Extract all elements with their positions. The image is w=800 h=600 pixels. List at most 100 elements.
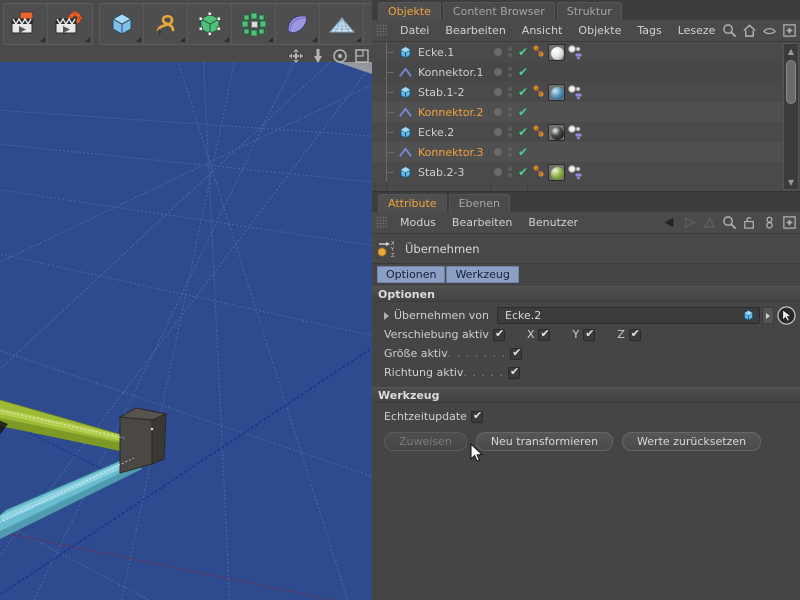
cube-button[interactable] (100, 4, 144, 44)
richtung-aktiv-checkbox[interactable] (507, 365, 520, 379)
phong-tag-icon[interactable] (532, 44, 546, 60)
object-manager-list[interactable]: Ecke.1 ✔ Konnektor.1 ✔ Stab.1-2 ✔ Konnek… (372, 42, 800, 192)
viewport-3d[interactable] (0, 48, 372, 600)
viewport-dolly-icon[interactable] (310, 48, 326, 64)
editor-visibility-dot[interactable] (494, 128, 502, 136)
tab-attribute[interactable]: Attribute (378, 194, 447, 212)
phong-tag-icon[interactable] (532, 124, 546, 140)
enabled-check-icon[interactable]: ✔ (518, 126, 528, 138)
scroll-down-arrow-icon[interactable]: ▼ (785, 176, 797, 188)
object-list-scrollbar[interactable]: ▲ ▼ (783, 43, 799, 190)
uvw-tag-icon[interactable] (567, 44, 583, 60)
menu-benutzer[interactable]: Benutzer (520, 212, 586, 234)
menu-tags[interactable]: Tags (629, 20, 669, 42)
search-icon[interactable] (722, 23, 737, 38)
menu-bearbeiten[interactable]: Bearbeiten (444, 212, 520, 234)
table-row[interactable]: Ecke.2 ✔ (372, 122, 782, 142)
axis-x-checkbox[interactable] (538, 327, 551, 341)
uvw-tag-icon[interactable] (567, 124, 583, 140)
object-visibility-dots[interactable]: ✔ (494, 142, 528, 162)
verschiebung-aktiv-checkbox[interactable] (492, 327, 505, 341)
menu-ansicht[interactable]: Ansicht (514, 20, 571, 42)
tab-objekte[interactable]: Objekte (378, 2, 441, 20)
neu-transformieren-button[interactable]: Neu transformieren (475, 432, 614, 451)
panel-grip-handle[interactable] (376, 216, 387, 229)
link-icon[interactable] (762, 215, 777, 230)
material-tag-icon[interactable] (548, 83, 565, 101)
add-icon[interactable] (782, 23, 797, 38)
object-visibility-dots[interactable]: ✔ (494, 42, 528, 62)
werte-zuruecksetzen-button[interactable]: Werte zurücksetzen (622, 432, 762, 451)
source-object-field[interactable]: Ecke.2 (497, 307, 760, 324)
table-row[interactable]: Stab.1-2 ✔ (372, 82, 782, 102)
groesse-aktiv-checkbox[interactable] (510, 346, 523, 360)
object-visibility-dots[interactable]: ✔ (494, 82, 528, 102)
editor-visibility-dot[interactable] (494, 168, 502, 176)
tab-struktur[interactable]: Struktur (556, 2, 622, 20)
uvw-tag-icon[interactable] (567, 164, 583, 180)
enabled-check-icon[interactable]: ✔ (518, 146, 528, 158)
phong-tag-icon[interactable] (532, 164, 546, 180)
editor-visibility-dot[interactable] (494, 148, 502, 156)
menu-bearbeiten[interactable]: Bearbeiten (437, 20, 513, 42)
enabled-check-icon[interactable]: ✔ (518, 166, 528, 178)
menu-leseze[interactable]: Leseze (670, 20, 724, 42)
material-tag-icon[interactable] (548, 123, 565, 141)
up-arrow-icon[interactable] (702, 215, 717, 230)
tab-ebenen[interactable]: Ebenen (448, 194, 510, 212)
object-visibility-dots[interactable]: ✔ (494, 102, 528, 122)
subtab-optionen[interactable]: Optionen (377, 266, 446, 283)
expand-caret-icon[interactable] (384, 311, 389, 320)
axis-z-checkbox[interactable] (628, 327, 641, 341)
scroll-up-arrow-icon[interactable]: ▲ (785, 45, 797, 57)
array-button[interactable] (232, 4, 276, 44)
viewport-rotate-icon[interactable] (332, 48, 348, 64)
axis-y-checkbox[interactable] (583, 327, 596, 341)
uvw-tag-icon[interactable] (567, 84, 583, 100)
zuweisen-button[interactable]: Zuweisen (384, 432, 467, 451)
render-visibility-dots[interactable] (508, 107, 512, 117)
table-row[interactable]: Konnektor.3 ✔ (372, 142, 782, 162)
source-field-dropdown-button[interactable] (762, 307, 774, 324)
material-tag-icon[interactable] (548, 163, 565, 181)
enabled-check-icon[interactable]: ✔ (518, 46, 528, 58)
editor-visibility-dot[interactable] (494, 88, 502, 96)
render-visibility-dots[interactable] (508, 67, 512, 77)
table-row[interactable]: Konnektor.2 ✔ (372, 102, 782, 122)
tab-content-browser[interactable]: Content Browser (442, 2, 555, 20)
table-row[interactable]: Konnektor.1 ✔ (372, 62, 782, 82)
menu-modus[interactable]: Modus (392, 212, 444, 234)
forward-arrow-icon[interactable] (682, 215, 697, 230)
table-row[interactable]: Stab.2-3 ✔ (372, 162, 782, 182)
enabled-check-icon[interactable]: ✔ (518, 86, 528, 98)
scrollbar-thumb[interactable] (786, 60, 796, 104)
menu-objekte[interactable]: Objekte (570, 20, 629, 42)
viewport-pan-icon[interactable] (288, 48, 304, 64)
editor-visibility-dot[interactable] (494, 68, 502, 76)
render-visibility-dots[interactable] (508, 127, 512, 137)
render-settings-button[interactable] (48, 4, 92, 44)
material-tag-icon[interactable] (548, 43, 565, 61)
back-arrow-icon[interactable] (662, 215, 677, 230)
echtzeitupdate-checkbox[interactable] (470, 409, 483, 423)
object-visibility-dots[interactable]: ✔ (494, 122, 528, 142)
lock-open-icon[interactable] (742, 215, 757, 230)
object-visibility-dots[interactable]: ✔ (494, 162, 528, 182)
render-visibility-dots[interactable] (508, 167, 512, 177)
scene-button[interactable] (320, 4, 364, 44)
deformer-button[interactable] (276, 4, 320, 44)
viewport-maximize-icon[interactable] (354, 48, 370, 64)
object-visibility-dots[interactable]: ✔ (494, 62, 528, 82)
home-icon[interactable] (742, 23, 757, 38)
spline-button[interactable] (144, 4, 188, 44)
editor-visibility-dot[interactable] (494, 48, 502, 56)
phong-tag-icon[interactable] (532, 84, 546, 100)
subtab-werkzeug[interactable]: Werkzeug (446, 266, 519, 283)
search-icon[interactable] (722, 215, 737, 230)
generator-button[interactable] (188, 4, 232, 44)
menu-datei[interactable]: Datei (392, 20, 437, 42)
table-row[interactable]: Ecke.1 ✔ (372, 42, 782, 62)
enabled-check-icon[interactable]: ✔ (518, 106, 528, 118)
render-visibility-dots[interactable] (508, 147, 512, 157)
add-icon[interactable] (782, 215, 797, 230)
